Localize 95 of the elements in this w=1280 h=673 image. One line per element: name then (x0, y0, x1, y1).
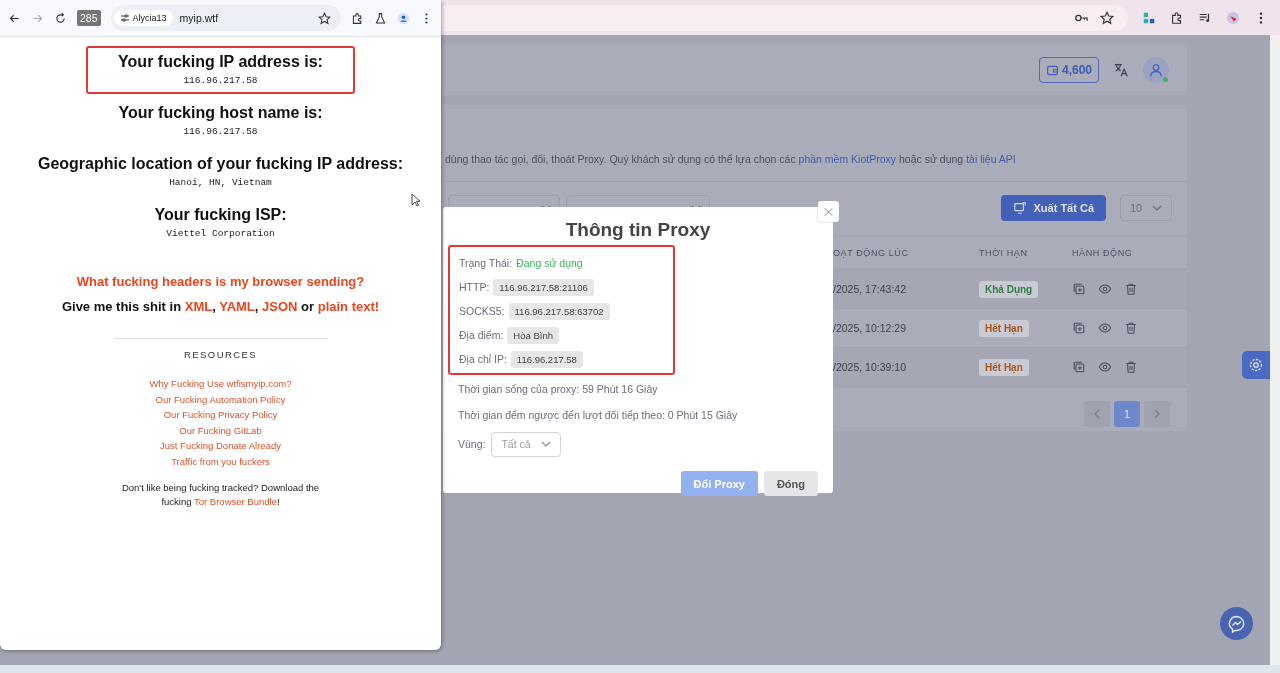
resource-link[interactable]: Traffic from you fuckers (171, 453, 270, 469)
chevron-icon (1152, 205, 1162, 211)
value-chip[interactable]: 116.96.217.58:63702 (508, 302, 610, 320)
notice-link[interactable]: tài liệu API (966, 153, 1016, 165)
notice-link[interactable]: phần mềm KiotProxy (798, 153, 897, 165)
copy-icon[interactable] (1072, 282, 1086, 296)
region-select[interactable]: Tất cả (491, 431, 562, 457)
table-cell-text: /2025, 17:43:42 (833, 283, 907, 295)
status-badge: Hết Hạn (979, 319, 1029, 337)
section-value: 116.96.217.58 (182, 75, 259, 86)
translate-icon[interactable] (1113, 62, 1129, 78)
profile-chip[interactable]: Alycia13 (113, 10, 173, 26)
dialog-title: Thông tin Proxy (564, 219, 712, 241)
section-value: Hanoi, HN, Vietnam (168, 177, 273, 188)
chat-bubble-icon (1226, 613, 1247, 634)
tor-link[interactable]: Tor Browser Bundle (194, 495, 277, 507)
lifetime-text: Thời gian sống của proxy: 59 Phút 16 Giây (458, 382, 659, 397)
format-link[interactable]: plain text! (317, 299, 380, 314)
tor-text: Don't like being fucking tracked? Download the fucking Tor Browser Bundle! (120, 481, 321, 508)
value-chip[interactable]: 116.96.217.58:21106 (493, 278, 594, 296)
resources-title: RESOURCES (184, 349, 257, 360)
column-header: HÀNH ĐỘNG (1072, 247, 1134, 258)
url-text: myip.wtf (179, 12, 220, 24)
monitor-icon (1013, 201, 1028, 215)
puzzle-icon[interactable] (351, 11, 364, 25)
star-icon[interactable] (1100, 10, 1114, 25)
resource-link[interactable]: Just Fucking Donate Already (160, 438, 281, 454)
resource-link[interactable]: Our Fucking GitLab (179, 422, 262, 438)
format-link[interactable]: JSON (262, 299, 298, 314)
format-link[interactable]: YAML (219, 299, 255, 314)
column-header: OẠT ĐỘNG LÚC (833, 247, 910, 258)
resource-link[interactable]: Why Fucking Use wtfismyip.com? (149, 376, 292, 392)
profile-avatar-icon[interactable] (1226, 10, 1240, 25)
sliders-icon (119, 13, 130, 23)
trash-icon[interactable] (1124, 282, 1138, 296)
field-label: Trạng Thái: (459, 257, 513, 269)
field-label: Địa chỉ IP: (459, 353, 507, 365)
resource-link[interactable]: Our Fucking Privacy Policy (163, 407, 278, 423)
page-size-select[interactable]: 10 (1120, 195, 1172, 221)
user-avatar[interactable] (1143, 57, 1169, 83)
eye-icon[interactable] (1098, 360, 1112, 374)
copy-icon[interactable] (1072, 360, 1086, 374)
column-header: THỜI HẠN (979, 247, 1029, 258)
section-value: 116.96.217.58 (182, 126, 259, 137)
tab-count-badge[interactable]: 285 (77, 10, 101, 26)
table-cell-text: /2025, 10:12:29 (833, 322, 907, 334)
field-label: HTTP: (459, 281, 490, 293)
mouse-cursor-icon (411, 193, 421, 207)
trash-icon[interactable] (1124, 321, 1138, 335)
eye-icon[interactable] (1098, 321, 1112, 335)
resource-link[interactable]: Our Fucking Automation Policy (155, 391, 286, 407)
flask-icon[interactable] (374, 11, 387, 25)
section-heading: Your fucking IP address is: (118, 53, 323, 71)
select-value: 10 (1130, 202, 1143, 214)
section-heading: Your fucking host name is: (118, 104, 323, 122)
balance-button[interactable]: 4,600 (1038, 57, 1099, 83)
eye-icon[interactable] (1098, 282, 1112, 296)
online-dot (1163, 77, 1168, 82)
profile-icon[interactable] (397, 11, 410, 25)
settings-button[interactable] (1242, 351, 1270, 379)
field-label: Vùng: (458, 438, 486, 450)
dialog-button[interactable]: Đóng (763, 471, 818, 496)
address-bar[interactable]: Alycia13 myip.wtf (110, 5, 341, 31)
value-chip[interactable]: Hòa Bình (507, 326, 559, 344)
extension-icon[interactable] (1142, 10, 1156, 25)
trash-icon[interactable] (1124, 360, 1138, 374)
notice-text: dùng thao tác gọi, đổi, thoát Proxy. Quý khách sử dụng có thể lựa chọn các phần mềm KiotProxy hoặc sử dụng tài liệu API (445, 153, 1017, 167)
wallet-icon (1045, 63, 1059, 77)
formats-text: Give me this shit in XML, YAML, JSON or plain text! (61, 299, 380, 314)
section-heading: Your fucking ISP: (154, 206, 287, 224)
chevron-right-icon (1153, 409, 1161, 419)
section-heading: Geographic location of your fucking IP address: (37, 155, 404, 173)
headers-link[interactable]: What fucking headers is my browser sending? (76, 274, 365, 289)
status-badge: Hết Hạn (979, 358, 1029, 376)
field-label: Địa điểm: (459, 329, 504, 341)
chevron-icon (541, 441, 552, 447)
table-cell-text: /2025, 10:39:10 (833, 361, 907, 373)
puzzle-icon[interactable] (1170, 10, 1184, 25)
field-label: SOCKS5: (459, 305, 505, 317)
value-chip[interactable]: 116.96.217.58 (510, 350, 583, 368)
chevron-left-icon (1093, 409, 1101, 419)
close-icon (824, 206, 833, 217)
section-value: Viettel Corporation (165, 228, 276, 239)
export-all-button[interactable]: Xuất Tất Cả (1001, 195, 1106, 221)
star-icon[interactable] (318, 11, 331, 25)
status-badge: Khả Dụng (979, 280, 1039, 298)
select-value: Tất cả (501, 438, 531, 450)
countdown-text: Thời gian đếm ngược đến lượt đổi tiếp theo: 0 Phút 15 Giây (458, 408, 739, 423)
reload-icon[interactable] (54, 11, 67, 25)
copy-icon[interactable] (1072, 321, 1086, 335)
status-text: Đang sử dụng (516, 257, 583, 269)
settings-icon (1248, 357, 1264, 373)
user-icon (1148, 62, 1164, 78)
page-button[interactable]: 1 (1114, 401, 1140, 427)
scrollbar[interactable] (1270, 35, 1280, 665)
